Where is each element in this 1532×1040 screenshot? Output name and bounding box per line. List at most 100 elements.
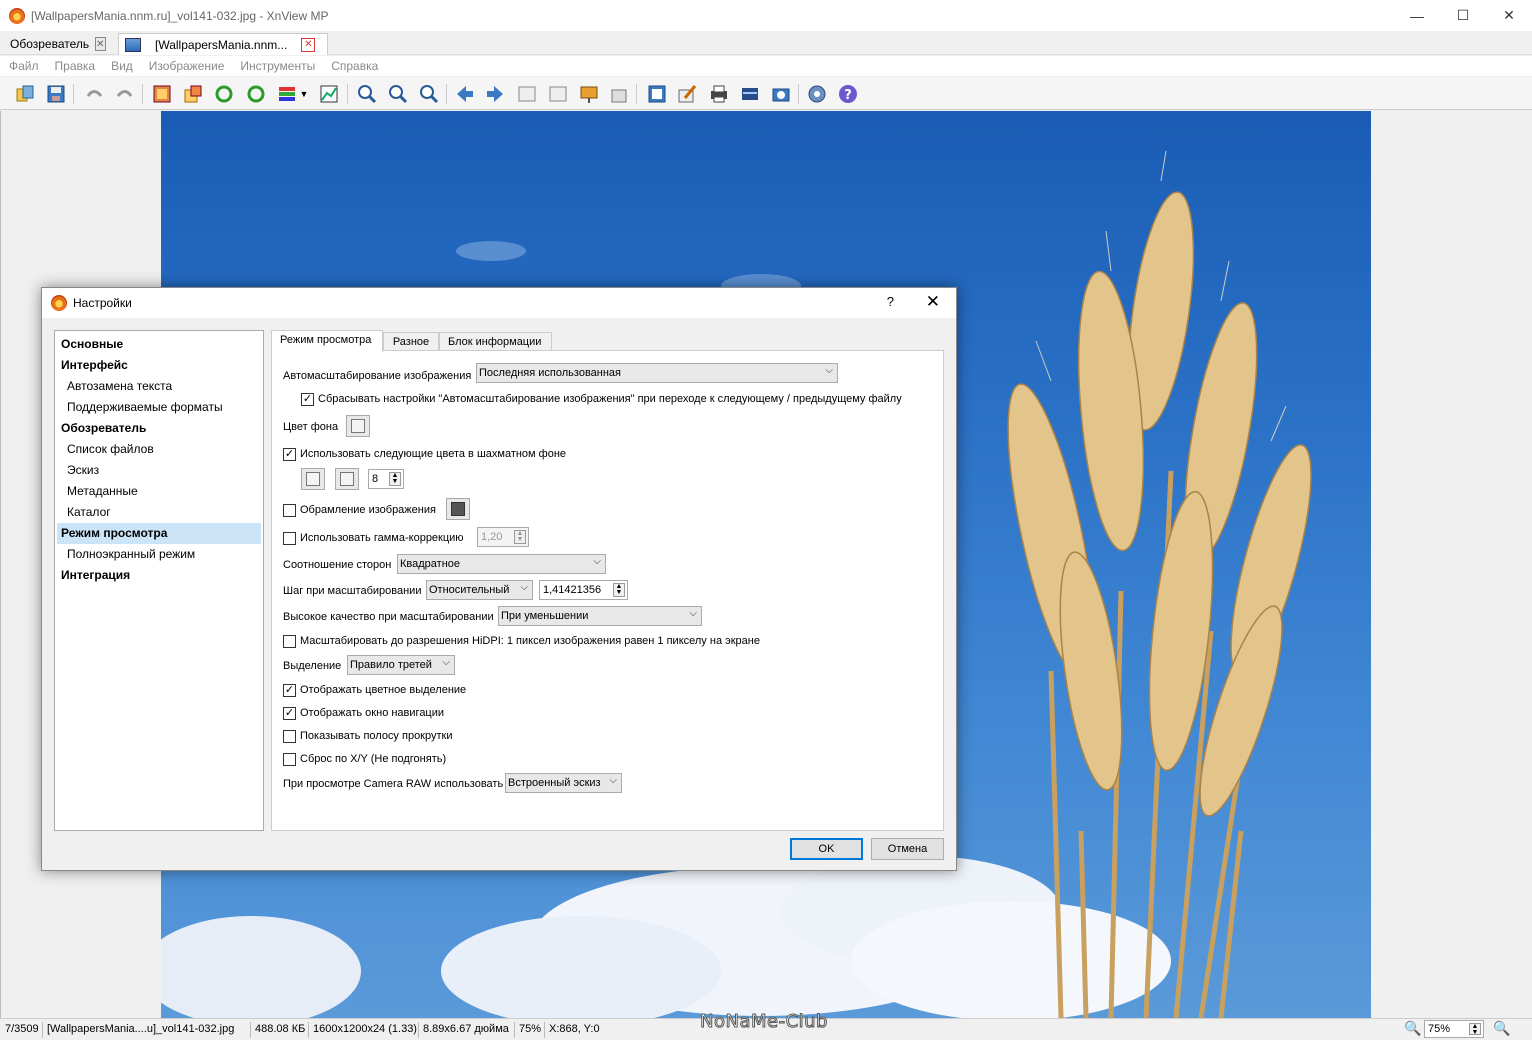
- nav-item-metadata[interactable]: Метаданные: [55, 481, 263, 502]
- levels-icon[interactable]: [318, 83, 340, 105]
- zoom-field[interactable]: 75% ▲ ▼: [1424, 1020, 1484, 1038]
- dialog-close-button[interactable]: ✕: [926, 292, 940, 312]
- hq-select[interactable]: При уменьшении ⌵: [498, 606, 702, 626]
- autoscale-select[interactable]: Последняя использованная ⌵: [476, 363, 838, 383]
- rotate-right-icon[interactable]: [245, 83, 267, 105]
- maximize-button[interactable]: ☐: [1440, 0, 1486, 31]
- spin-arrows-icon[interactable]: ▲ ▼: [514, 530, 526, 544]
- checker-color1-swatch[interactable]: [301, 468, 325, 490]
- checker-checkbox[interactable]: ✓: [283, 447, 296, 461]
- tab-view-mode[interactable]: Режим просмотра: [271, 330, 383, 352]
- gamma-spin[interactable]: 1,20 ▲ ▼: [477, 527, 529, 547]
- undo-icon[interactable]: [83, 83, 105, 105]
- nav-item-interface[interactable]: Интерфейс: [55, 355, 263, 376]
- reset-autoscale-label: Сбрасывать настройки "Автомасштабировани…: [318, 393, 902, 405]
- crop-icon[interactable]: [151, 83, 173, 105]
- cancel-button[interactable]: Отмена: [871, 838, 944, 860]
- redo-icon[interactable]: [114, 83, 136, 105]
- tab-image[interactable]: [WallpapersMania.nnm... ✕: [118, 33, 328, 55]
- zoom-in-icon[interactable]: [356, 83, 378, 105]
- reset-xy-row: Сброс по X/Y (Не подгонять): [283, 751, 446, 767]
- nav-item-formats[interactable]: Поддерживаемые форматы: [55, 397, 263, 418]
- raw-label: При просмотре Camera RAW использовать: [283, 778, 504, 790]
- print-icon[interactable]: [708, 83, 730, 105]
- frame-color-swatch[interactable]: [446, 498, 470, 520]
- nav-item-catalog[interactable]: Каталог: [55, 502, 263, 523]
- selection-select[interactable]: Правило третей ⌵: [347, 655, 455, 675]
- scanner-icon[interactable]: [739, 83, 761, 105]
- nav-window-checkbox[interactable]: ✓: [283, 706, 296, 720]
- zoom-step-spin[interactable]: 1,41421356 ▲ ▼: [539, 580, 628, 600]
- rotate-left-icon[interactable]: [213, 83, 235, 105]
- tab-info-block[interactable]: Блок информации: [439, 332, 552, 352]
- scrollbar-checkbox[interactable]: [283, 729, 296, 743]
- frame-checkbox[interactable]: [283, 503, 296, 517]
- checker-row: ✓ Использовать следующие цвета в шахматн…: [283, 446, 566, 462]
- adjust-colors-icon[interactable]: [276, 83, 298, 105]
- resize-icon[interactable]: [182, 83, 204, 105]
- gamma-value: 1,20: [481, 531, 503, 543]
- slideshow-icon[interactable]: [578, 83, 600, 105]
- raw-value: Встроенный эскиз: [508, 777, 601, 789]
- last-icon[interactable]: [547, 83, 569, 105]
- nav-item-fullscreen[interactable]: Полноэкранный режим: [55, 544, 263, 565]
- nav-item-view-mode[interactable]: Режим просмотра: [57, 523, 261, 544]
- minimize-button[interactable]: —: [1394, 0, 1440, 31]
- close-button[interactable]: ✕: [1486, 0, 1532, 31]
- nav-item-integration[interactable]: Интеграция: [55, 565, 263, 586]
- settings-icon[interactable]: [806, 83, 828, 105]
- bg-color-swatch[interactable]: [346, 415, 370, 437]
- nav-item-browser[interactable]: Обозреватель: [55, 418, 263, 439]
- compare-icon[interactable]: [608, 83, 630, 105]
- dropdown-arrow-icon[interactable]: ▼: [298, 83, 310, 105]
- help-icon[interactable]: ?: [837, 83, 859, 105]
- reset-xy-checkbox[interactable]: [283, 752, 296, 766]
- edit-icon[interactable]: [676, 83, 698, 105]
- nav-item-thumbnail[interactable]: Эскиз: [55, 460, 263, 481]
- spin-arrows-icon[interactable]: ▲ ▼: [613, 583, 625, 597]
- zoom-in-small-icon[interactable]: 🔍: [1404, 1020, 1421, 1037]
- color-selection-checkbox[interactable]: ✓: [283, 683, 296, 697]
- reset-autoscale-checkbox[interactable]: ✓: [301, 392, 314, 406]
- previous-icon[interactable]: [454, 83, 476, 105]
- xnview-app-icon: [51, 295, 67, 311]
- help-button[interactable]: ?: [887, 294, 894, 309]
- next-icon[interactable]: [484, 83, 506, 105]
- fullscreen-icon[interactable]: [646, 83, 668, 105]
- tab-misc[interactable]: Разное: [383, 332, 439, 352]
- zoom-fit-icon[interactable]: [387, 83, 409, 105]
- hidpi-checkbox[interactable]: [283, 634, 296, 648]
- menu-view[interactable]: Вид: [111, 59, 133, 73]
- save-icon[interactable]: [45, 83, 67, 105]
- spin-arrows-icon[interactable]: ▲ ▼: [1469, 1023, 1481, 1036]
- menu-help[interactable]: Справка: [331, 59, 378, 73]
- nav-item-autocorrect[interactable]: Автозамена текста: [55, 376, 263, 397]
- status-zoom: 75%: [519, 1023, 542, 1035]
- zoom-out-icon[interactable]: [418, 83, 440, 105]
- open-icon[interactable]: [14, 83, 36, 105]
- camera-icon[interactable]: [770, 83, 792, 105]
- menu-image[interactable]: Изображение: [149, 59, 225, 73]
- zoom-step-mode-select[interactable]: Относительный ⌵: [426, 580, 533, 600]
- zoom-out-small-icon[interactable]: 🔍: [1493, 1020, 1510, 1037]
- gamma-checkbox[interactable]: [283, 531, 296, 545]
- tab-browser[interactable]: Обозреватель ✕: [4, 33, 110, 55]
- ok-button[interactable]: OK: [790, 838, 863, 860]
- menu-edit[interactable]: Правка: [55, 59, 96, 73]
- chevron-down-icon: ⌵: [609, 775, 617, 786]
- status-print-size: 8.89x6.67 дюйма: [423, 1023, 509, 1035]
- autoscale-value: Последняя использованная: [479, 367, 622, 379]
- close-tab-icon[interactable]: ✕: [301, 37, 316, 52]
- aspect-select[interactable]: Квадратное ⌵: [397, 554, 606, 574]
- menu-tools[interactable]: Инструменты: [240, 59, 315, 73]
- tab-label: [WallpapersMania.nnm...: [155, 37, 288, 52]
- checker-size-spin[interactable]: 8 ▲ ▼: [368, 469, 404, 489]
- nav-item-file-list[interactable]: Список файлов: [55, 439, 263, 460]
- first-icon[interactable]: [516, 83, 538, 105]
- menu-file[interactable]: Файл: [9, 59, 39, 73]
- close-tab-icon[interactable]: ✕: [95, 37, 106, 51]
- nav-item-general[interactable]: Основные: [55, 334, 263, 355]
- spin-arrows-icon[interactable]: ▲ ▼: [389, 472, 401, 486]
- raw-select[interactable]: Встроенный эскиз ⌵: [505, 773, 622, 793]
- checker-color2-swatch[interactable]: [335, 468, 359, 490]
